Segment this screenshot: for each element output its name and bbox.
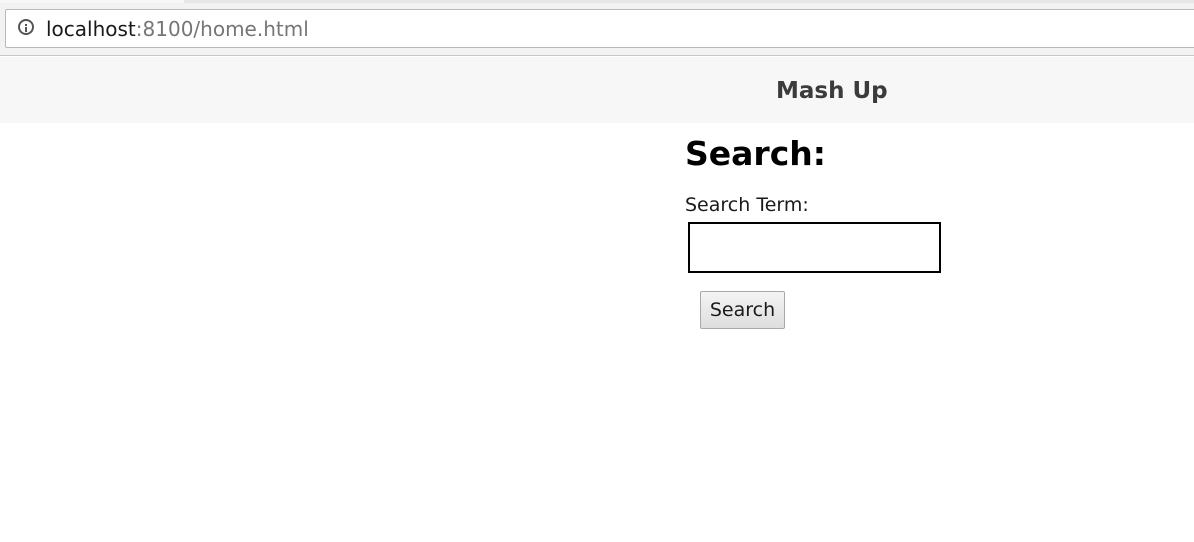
search-section: Search: Search Term: Search xyxy=(685,132,1085,329)
address-bar[interactable]: localhost:8100/home.html xyxy=(5,9,1194,48)
url-path: :8100/home.html xyxy=(135,17,309,41)
tab-strip xyxy=(0,0,1194,3)
app-title: Mash Up xyxy=(776,78,888,104)
search-button[interactable]: Search xyxy=(700,291,785,329)
url-text[interactable]: localhost:8100/home.html xyxy=(46,18,309,40)
info-icon[interactable] xyxy=(18,19,34,35)
active-tab[interactable] xyxy=(0,0,184,3)
url-host: localhost xyxy=(46,17,136,41)
app-header: Mash Up xyxy=(0,57,1194,123)
search-term-label: Search Term: xyxy=(685,194,809,216)
search-term-input[interactable] xyxy=(688,222,941,273)
browser-toolbar: localhost:8100/home.html xyxy=(0,0,1194,56)
page-heading: Search: xyxy=(685,134,826,173)
